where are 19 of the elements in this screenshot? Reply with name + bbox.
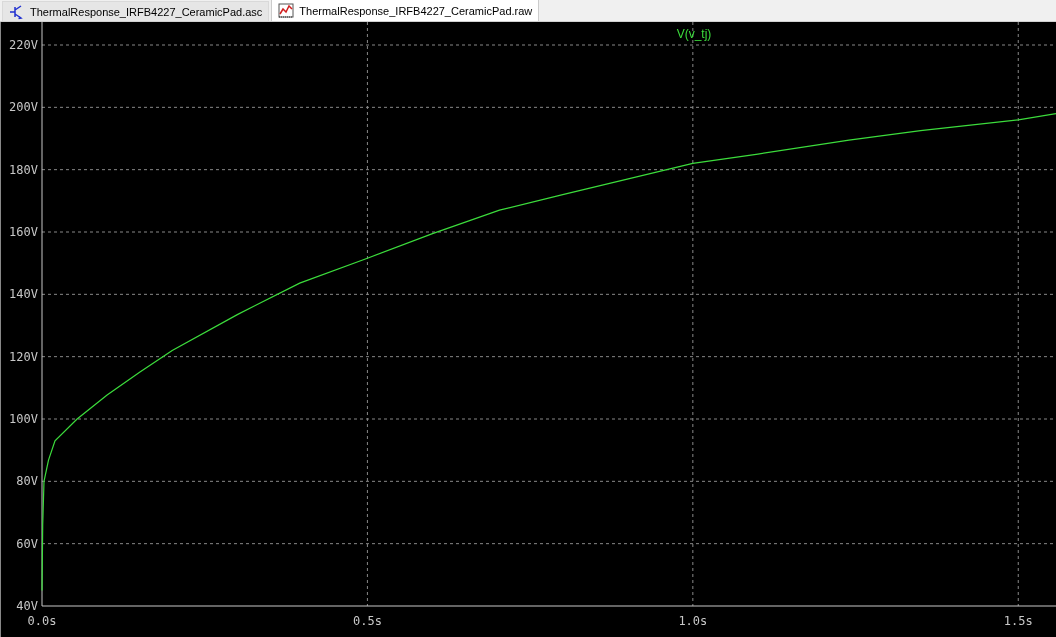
y-tick-label: 60V <box>16 536 38 551</box>
waveform-icon <box>278 2 295 19</box>
transistor-icon <box>9 3 25 20</box>
file-tab[interactable]: ThermalResponse_IRFB4227_CeramicPad.raw <box>271 0 540 21</box>
trace-name[interactable]: V(v_tj) <box>676 27 712 41</box>
y-tick-label: 120V <box>9 349 38 364</box>
x-tick-label: 1.0s <box>678 614 708 628</box>
y-tick-label: 80V <box>16 474 38 489</box>
file-tab[interactable]: ThermalResponse_IRFB4227_CeramicPad.asc <box>2 1 270 21</box>
x-tick-label: 0.5s <box>352 614 382 628</box>
x-tick-label: 0.0s <box>27 614 57 628</box>
y-tick-label: 40V <box>16 599 38 613</box>
y-tick-label: 220V <box>9 38 38 52</box>
y-tick-label: 200V <box>9 100 38 115</box>
y-tick-label: 100V <box>9 412 38 426</box>
y-tick-label: 180V <box>9 162 38 177</box>
y-tick-label: 140V <box>9 287 38 302</box>
y-tick-label: 160V <box>9 225 38 239</box>
x-tick-label: 1.5s <box>1003 614 1033 628</box>
